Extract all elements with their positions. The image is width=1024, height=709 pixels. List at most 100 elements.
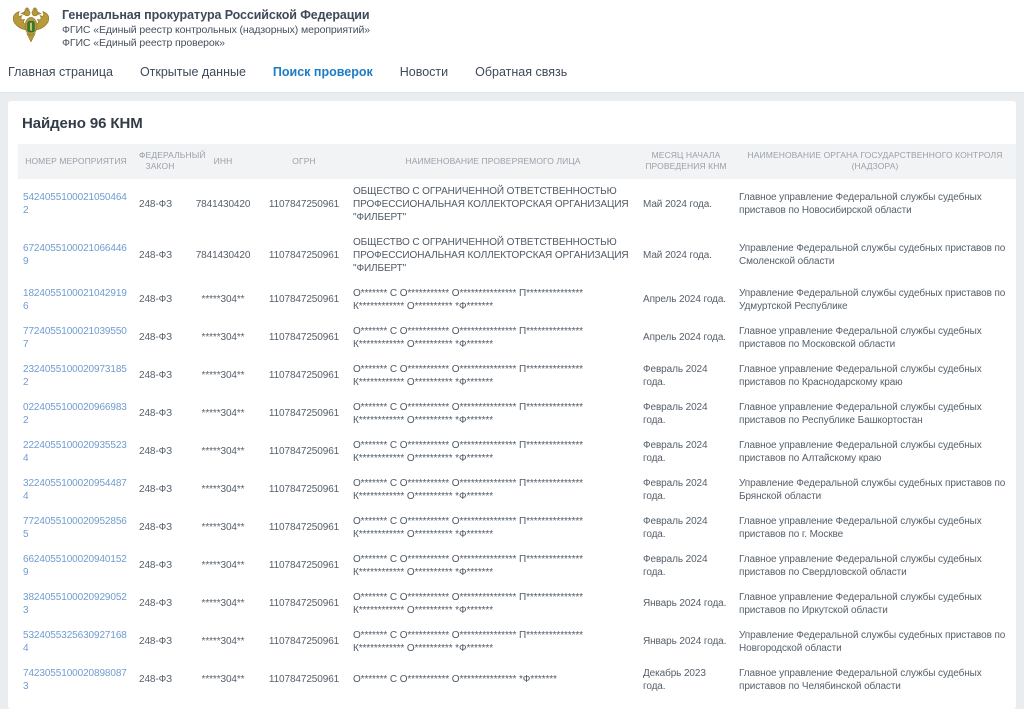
column-header: Месяц начала проведения КНМ: [638, 144, 734, 179]
table-row: 77240551000210395507248-ФЗ*****304**1107…: [18, 319, 1016, 357]
column-header: Наименование проверяемого лица: [348, 144, 638, 179]
measure-number-cell: 66240551000209401529: [18, 547, 134, 585]
measure-number-cell: 32240551000209544874: [18, 471, 134, 509]
inn-cell: *****304**: [186, 433, 260, 471]
inn-cell: *****304**: [186, 319, 260, 357]
inspected-entity-cell: ОБЩЕСТВО С ОГРАНИЧЕННОЙ ОТВЕТСТВЕННОСТЬЮ…: [348, 179, 638, 230]
federal-law-cell: 248-ФЗ: [134, 623, 186, 661]
start-month-cell: Апрель 2024 года.: [638, 319, 734, 357]
table-header-row: Номер мероприятияФедеральный законИННОГР…: [18, 144, 1016, 179]
table-row: 77240551000209528565248-ФЗ*****304**1107…: [18, 509, 1016, 547]
inspected-entity-cell: О******* С О*********** О***************…: [348, 281, 638, 319]
inspected-entity-cell: ОБЩЕСТВО С ОГРАНИЧЕННОЙ ОТВЕТСТВЕННОСТЬЮ…: [348, 230, 638, 281]
control-organ-cell: Главное управление Федеральной службы су…: [734, 179, 1016, 230]
measure-number-link[interactable]: 02240551000209669832: [23, 402, 127, 426]
inn-cell: *****304**: [186, 471, 260, 509]
measure-number-link[interactable]: 22240551000209355234: [23, 440, 127, 464]
measure-number-link[interactable]: 74230551000208980873: [23, 668, 127, 692]
table-row: 74230551000208980873248-ФЗ*****304**1107…: [18, 661, 1016, 699]
column-header: Номер мероприятия: [18, 144, 134, 179]
measure-number-cell: 22240551000209355234: [18, 433, 134, 471]
measure-number-link[interactable]: 53240553256309271684: [23, 630, 127, 654]
start-month-cell: Май 2024 года.: [638, 230, 734, 281]
start-month-cell: Апрель 2024 года.: [638, 281, 734, 319]
inspected-entity-cell: О******* С О*********** О***************…: [348, 433, 638, 471]
ogrn-cell: 1107847250961: [260, 230, 348, 281]
measure-number-link[interactable]: 66240551000209401529: [23, 554, 127, 578]
ogrn-cell: 1107847250961: [260, 509, 348, 547]
table-row: 53240553256309271684248-ФЗ*****304**1107…: [18, 623, 1016, 661]
control-organ-cell: Управление Федеральной службы судебных п…: [734, 230, 1016, 281]
column-header: ОГРН: [260, 144, 348, 179]
column-header: Наименование органа государственного кон…: [734, 144, 1016, 179]
start-month-cell: Февраль 2024 года.: [638, 433, 734, 471]
inn-cell: 7841430420: [186, 179, 260, 230]
inspected-entity-cell: О******* С О*********** О***************…: [348, 319, 638, 357]
measure-number-cell: 77240551000210395507: [18, 319, 134, 357]
inspected-entity-cell: О******* С О*********** О***************…: [348, 395, 638, 433]
ogrn-cell: 1107847250961: [260, 661, 348, 699]
table-row: 02240551000209669832248-ФЗ*****304**1107…: [18, 395, 1016, 433]
start-month-cell: Январь 2024 года.: [638, 585, 734, 623]
control-organ-cell: Главное управление Федеральной службы су…: [734, 547, 1016, 585]
table-row: 22240551000209355234 248-ФЗ*****304**1107…: [18, 433, 1016, 471]
start-month-cell: Декабрь 2023 года.: [638, 661, 734, 699]
inn-cell: *****304**: [186, 509, 260, 547]
inspected-entity-cell: О******* С О*********** О***************…: [348, 509, 638, 547]
inspected-entity-cell: О******* С О*********** О***************…: [348, 623, 638, 661]
measure-number-link[interactable]: 77240551000209528565: [23, 516, 127, 540]
prosecutor-eagle-emblem-icon[interactable]: [10, 5, 52, 47]
measure-number-link[interactable]: 54240551000210504642: [23, 192, 127, 216]
federal-law-cell: 248-ФЗ: [134, 471, 186, 509]
start-month-cell: Февраль 2024 года.: [638, 471, 734, 509]
federal-law-cell: 248-ФЗ: [134, 433, 186, 471]
measure-number-cell: 74230551000208980873: [18, 661, 134, 699]
measure-number-link[interactable]: 77240551000210395507: [23, 326, 127, 350]
results-table-body: 54240551000210504642248-ФЗ78414304201107…: [18, 179, 1016, 699]
measure-number-cell: 53240553256309271684: [18, 623, 134, 661]
start-month-cell: Май 2024 года.: [638, 179, 734, 230]
federal-law-cell: 248-ФЗ: [134, 395, 186, 433]
inn-cell: 7841430420: [186, 230, 260, 281]
inn-cell: *****304**: [186, 281, 260, 319]
start-month-cell: Февраль 2024 года.: [638, 547, 734, 585]
results-card: Найдено 96 КНМ Номер мероприятияФедераль…: [8, 101, 1016, 709]
ogrn-cell: 1107847250961: [260, 281, 348, 319]
control-organ-cell: Главное управление Федеральной службы су…: [734, 509, 1016, 547]
nav-item-news[interactable]: Новости: [400, 65, 448, 79]
inn-cell: *****304**: [186, 547, 260, 585]
measure-number-cell: 38240551000209290523: [18, 585, 134, 623]
system-name-line2: ФГИС «Единый реестр проверок»: [62, 37, 370, 50]
nav-item-home[interactable]: Главная страница: [8, 65, 113, 79]
nav-item-feedback[interactable]: Обратная связь: [475, 65, 567, 79]
measure-number-link[interactable]: 23240551000209731852: [23, 364, 127, 388]
measure-number-link[interactable]: 67240551000210664469: [23, 243, 127, 267]
control-organ-cell: Главное управление Федеральной службы су…: [734, 395, 1016, 433]
measure-number-link[interactable]: 38240551000209290523: [23, 592, 127, 616]
control-organ-cell: Управление Федеральной службы судебных п…: [734, 281, 1016, 319]
site-header: Генеральная прокуратура Российской Федер…: [0, 0, 1024, 55]
ogrn-cell: 1107847250961: [260, 433, 348, 471]
start-month-cell: Февраль 2024 года.: [638, 395, 734, 433]
start-month-cell: Февраль 2024 года.: [638, 357, 734, 395]
federal-law-cell: 248-ФЗ: [134, 547, 186, 585]
measure-number-cell: 77240551000209528565: [18, 509, 134, 547]
ogrn-cell: 1107847250961: [260, 547, 348, 585]
measure-number-cell: 02240551000209669832: [18, 395, 134, 433]
table-row: 32240551000209544874248-ФЗ*****304**1107…: [18, 471, 1016, 509]
results-table: Номер мероприятияФедеральный законИННОГР…: [18, 144, 1016, 699]
main-nav: Главная страница Открытые данные Поиск про…: [0, 55, 1024, 93]
measure-number-link[interactable]: 32240551000209544874: [23, 478, 127, 502]
inspected-entity-cell: О******* С О*********** О***************…: [348, 357, 638, 395]
header-title-block: Генеральная прокуратура Российской Федер…: [62, 5, 370, 50]
nav-item-open-data[interactable]: Открытые данные: [140, 65, 246, 79]
ogrn-cell: 1107847250961: [260, 623, 348, 661]
table-row: 66240551000209401529 248-ФЗ*****304**1107…: [18, 547, 1016, 585]
inspected-entity-cell: О******* С О*********** О***************…: [348, 547, 638, 585]
org-title: Генеральная прокуратура Российской Федер…: [62, 8, 370, 24]
inspected-entity-cell: О******* С О*********** О***************…: [348, 585, 638, 623]
federal-law-cell: 248-ФЗ: [134, 357, 186, 395]
measure-number-link[interactable]: 18240551000210429196: [23, 288, 127, 312]
nav-item-search-inspections[interactable]: Поиск проверок: [273, 65, 373, 79]
inn-cell: *****304**: [186, 395, 260, 433]
